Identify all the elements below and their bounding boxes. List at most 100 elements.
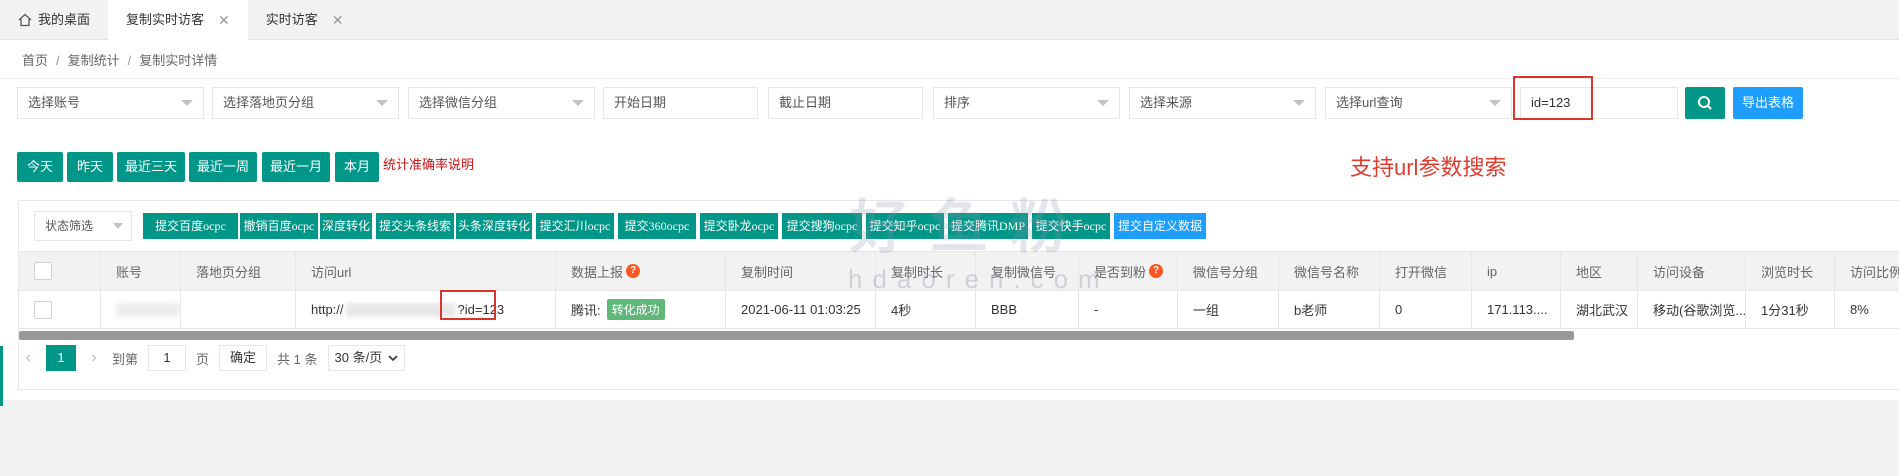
- cell-visit-url[interactable]: http://?id=123: [296, 291, 556, 328]
- sort-label: 排序: [944, 95, 971, 110]
- header-account[interactable]: 账号: [101, 252, 181, 290]
- select-all-checkbox[interactable]: [34, 262, 52, 280]
- last-month-button[interactable]: 最近一月: [262, 152, 330, 182]
- tab-desktop[interactable]: 我的桌面: [0, 0, 108, 40]
- account-select[interactable]: 选择账号: [17, 87, 204, 119]
- deep-conversion-button[interactable]: 深度转化: [320, 213, 372, 239]
- chevron-down-icon: [113, 223, 123, 229]
- this-month-button[interactable]: 本月: [335, 152, 379, 182]
- source-label: 选择来源: [1140, 95, 1193, 110]
- highlight-box: [1513, 76, 1593, 120]
- tab-copy-visitors[interactable]: 复制实时访客 ✕: [108, 0, 248, 40]
- end-date-input[interactable]: 截止日期: [768, 87, 923, 119]
- submit-toutiao-lead-button[interactable]: 提交头条线索: [376, 213, 454, 239]
- sort-select[interactable]: 排序: [933, 87, 1120, 119]
- wechat-group-select[interactable]: 选择微信分组: [408, 87, 595, 119]
- header-visit-ratio[interactable]: 访问比例: [1835, 252, 1899, 290]
- landing-group-select[interactable]: 选择落地页分组: [212, 87, 399, 119]
- submit-baidu-ocpc-button[interactable]: 提交百度ocpc: [143, 213, 238, 239]
- url-query-select[interactable]: 选择url查询: [1325, 87, 1512, 119]
- source-select[interactable]: 选择来源: [1129, 87, 1316, 119]
- row-checkbox[interactable]: [34, 300, 52, 319]
- goto-label: 到第: [112, 351, 139, 367]
- header-browse-duration[interactable]: 浏览时长: [1746, 252, 1835, 290]
- cell-device: 移动(谷歌浏览...: [1638, 291, 1746, 328]
- tab-copy-visitors-label: 复制实时访客: [126, 12, 205, 27]
- total-count: 共 1 条: [277, 351, 318, 367]
- watermark: 好鱼粉: [850, 195, 1091, 260]
- cell-copy-duration: 4秒: [876, 291, 976, 328]
- tab-desktop-label: 我的桌面: [38, 12, 91, 27]
- status-filter-select[interactable]: 状态筛选: [34, 211, 132, 241]
- today-button[interactable]: 今天: [17, 152, 63, 182]
- toutiao-deep-conversion-button[interactable]: 头条深度转化: [456, 213, 532, 239]
- last-three-days-button[interactable]: 最近三天: [117, 152, 185, 182]
- chevron-down-icon: [1489, 100, 1501, 106]
- chevron-down-icon: [1097, 100, 1109, 106]
- cell-ip: 171.113....: [1472, 291, 1561, 328]
- start-date-input[interactable]: 开始日期: [603, 87, 758, 119]
- header-wechat-group[interactable]: 微信号分组: [1178, 252, 1279, 290]
- last-week-button[interactable]: 最近一周: [189, 152, 257, 182]
- chevron-down-icon: [572, 100, 584, 106]
- stats-accuracy-link[interactable]: 统计准确率说明: [383, 154, 474, 173]
- status-badge: 转化成功: [606, 299, 665, 320]
- yesterday-button[interactable]: 昨天: [67, 152, 113, 182]
- export-button[interactable]: 导出表格: [1733, 87, 1803, 119]
- help-icon[interactable]: ?: [1149, 264, 1164, 278]
- close-icon[interactable]: ✕: [218, 0, 230, 40]
- header-landing-group[interactable]: 落地页分组: [181, 252, 296, 290]
- submit-custom-data-button[interactable]: 提交自定义数据: [1114, 213, 1206, 239]
- chevron-down-icon: [1293, 100, 1305, 106]
- search-button[interactable]: [1685, 87, 1725, 119]
- cell-data-report: 腾讯: 转化成功: [556, 291, 726, 328]
- header-device[interactable]: 访问设备: [1638, 252, 1746, 290]
- header-wechat-name[interactable]: 微信号名称: [1279, 252, 1380, 290]
- wechat-group-label: 选择微信分组: [419, 95, 498, 110]
- cell-visit-ratio: 8%: [1850, 302, 1869, 317]
- chevron-down-icon: [181, 100, 193, 106]
- cell-browse-duration: 1分31秒: [1746, 291, 1835, 328]
- status-filter-label: 状态筛选: [45, 219, 94, 233]
- submit-huichuan-ocpc-button[interactable]: 提交汇川ocpc: [536, 213, 614, 239]
- header-visit-url[interactable]: 访问url: [296, 252, 556, 290]
- next-page-icon[interactable]: ›: [86, 349, 102, 367]
- page-size-select[interactable]: 30 条/页: [327, 345, 406, 371]
- tab-realtime-visitors[interactable]: 实时访客 ✕: [248, 0, 362, 40]
- help-icon[interactable]: ?: [626, 264, 641, 278]
- pagination: ‹ 1 › 到第 1 页 确定 共 1 条 30 条/页: [20, 345, 406, 371]
- cell-landing-group: [181, 291, 296, 328]
- goto-page-input[interactable]: 1: [148, 345, 187, 371]
- prev-page-icon[interactable]: ‹: [20, 349, 36, 367]
- header-ip[interactable]: ip: [1472, 252, 1561, 290]
- tab-bar: 我的桌面 复制实时访客 ✕ 实时访客 ✕: [0, 0, 1899, 40]
- header-region[interactable]: 地区: [1561, 252, 1638, 290]
- breadcrumb-current: 复制实时详情: [139, 53, 218, 68]
- header-data-report[interactable]: 数据上报?: [556, 252, 726, 290]
- url-query-label: 选择url查询: [1336, 95, 1403, 110]
- main-panel: 首页 / 复制统计 / 复制实时详情 选择账号 选择落地页分组 选择微信分组 开始日期 …: [0, 40, 1899, 400]
- tab-realtime-visitors-label: 实时访客: [265, 12, 318, 27]
- close-icon[interactable]: ✕: [332, 0, 344, 40]
- breadcrumb-copy-stats[interactable]: 复制统计: [68, 53, 120, 68]
- submit-360-ocpc-button[interactable]: 提交360ocpc: [618, 213, 696, 239]
- cell-is-fan: -: [1079, 291, 1178, 328]
- confirm-button[interactable]: 确定: [219, 345, 268, 371]
- revoke-baidu-ocpc-button[interactable]: 撤销百度ocpc: [240, 213, 318, 239]
- breadcrumb-home[interactable]: 首页: [22, 53, 48, 68]
- highlight-box: [440, 290, 496, 320]
- account-select-label: 选择账号: [28, 95, 81, 110]
- cell-open-wechat: 0: [1380, 291, 1472, 328]
- table-row[interactable]: http://?id=123 腾讯: 转化成功 2021-06-11 01:03:…: [19, 291, 1899, 329]
- cell-wechat-name: b老师: [1279, 291, 1380, 328]
- cell-copy-time: 2021-06-11 01:03:25: [726, 291, 876, 328]
- cell-wechat-id: BBB: [976, 291, 1079, 328]
- sidebar-edge: [0, 346, 3, 406]
- current-page[interactable]: 1: [46, 345, 76, 371]
- chevron-down-icon: [388, 355, 398, 362]
- end-date-placeholder: 截止日期: [779, 95, 832, 110]
- submit-wolong-ocpc-button[interactable]: 提交卧龙ocpc: [700, 213, 778, 239]
- header-open-wechat[interactable]: 打开微信: [1380, 252, 1472, 290]
- row-checkbox-cell: [19, 291, 101, 328]
- horizontal-scrollbar[interactable]: [19, 331, 1574, 340]
